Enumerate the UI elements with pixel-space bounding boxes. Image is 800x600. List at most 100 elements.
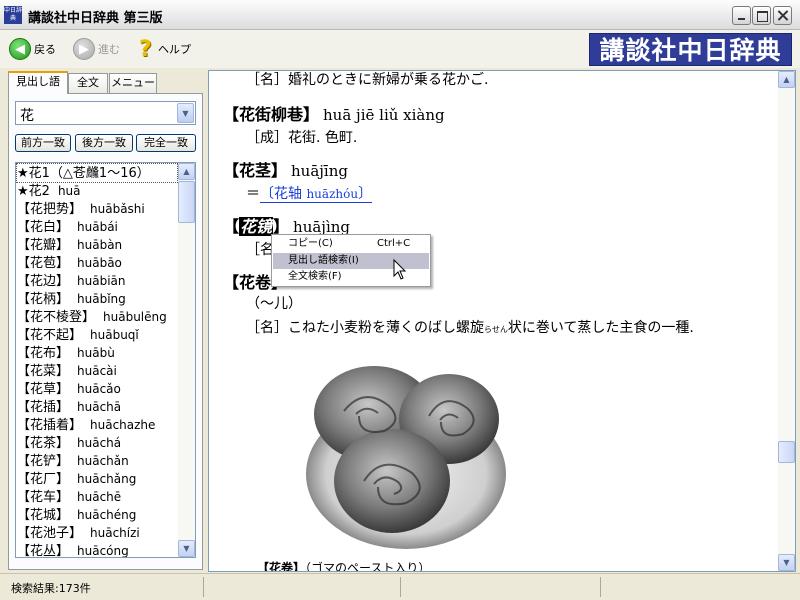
list-item-pinyin: huācǎo xyxy=(77,382,121,396)
list-item-pinyin: huābù xyxy=(77,346,115,360)
entry-headline: 【花茎】 huājīng xyxy=(223,157,348,181)
headword[interactable]: 【花卷 xyxy=(223,273,271,292)
list-item-pinyin: huābái xyxy=(77,220,118,234)
forward-button[interactable]: ▶ 進む xyxy=(73,37,120,61)
help-button[interactable]: ? ヘルプ xyxy=(139,36,191,62)
list-item-headword: 【花车】 xyxy=(17,490,70,505)
reference-link[interactable]: 〔花轴 huāzhóu〕 xyxy=(260,186,373,203)
list-item[interactable]: 【花菜】 huācài xyxy=(17,362,177,380)
vertical-scrollbar[interactable]: ▲ ▼ xyxy=(178,163,195,557)
title-bar: 中日辞典 講談社中日辞典 第三版 xyxy=(0,0,800,30)
search-panel: 見出し語 全文 メニュー 花 ▼ 前方一致 後方一致 完全一致 ★花1（△苍虪1… xyxy=(5,70,203,570)
list-item-headword: ★花1（△苍虪1～16） xyxy=(17,166,150,181)
entry-headline: 【花街柳巷】 huā jiē liǔ xiàng xyxy=(223,101,445,125)
list-item[interactable]: 【花白】 huābái xyxy=(17,218,177,236)
prefix-match-button[interactable]: 前方一致 xyxy=(15,134,71,152)
list-item[interactable]: 【花厂】 huāchǎng xyxy=(17,470,177,488)
list-item[interactable]: 【花铲】 huāchǎn xyxy=(17,452,177,470)
list-item[interactable]: 【花不起】 huābuqǐ xyxy=(17,326,177,344)
list-item-pinyin: huāchá xyxy=(77,436,122,450)
list-item-pinyin: huābāo xyxy=(77,256,122,270)
list-item-pinyin: huābuqǐ xyxy=(90,328,139,342)
forward-label: 進む xyxy=(98,43,120,56)
chevron-down-icon[interactable]: ▼ xyxy=(177,103,194,123)
pinyin: huājīng xyxy=(291,162,348,180)
list-item-headword: 【花白】 xyxy=(17,220,70,235)
list-item-headword: 【花丛】 xyxy=(17,544,70,558)
minimize-button[interactable] xyxy=(732,6,751,25)
list-item[interactable]: 【花插】 huāchā xyxy=(17,398,177,416)
list-item[interactable]: 【花把势】 huābǎshi xyxy=(17,200,177,218)
list-item-headword: 【花不棱登】 xyxy=(17,310,96,325)
list-item[interactable]: 【花苞】 huābāo xyxy=(17,254,177,272)
headword[interactable]: 【花茎】 xyxy=(223,161,287,180)
question-mark-icon: ? xyxy=(139,36,152,62)
help-label: ヘルプ xyxy=(158,43,191,56)
selected-headword[interactable]: 花镜 xyxy=(239,217,274,236)
copy-menu-item[interactable]: コピー(C) Ctrl+C xyxy=(273,236,429,252)
list-item[interactable]: ★花1（△苍虪1～16） xyxy=(16,163,178,183)
tab-menu[interactable]: メニュー xyxy=(109,73,157,93)
scroll-up-arrow-icon[interactable]: ▲ xyxy=(778,71,795,88)
tab-fulltext[interactable]: 全文 xyxy=(68,73,108,93)
close-button[interactable] xyxy=(773,6,792,25)
list-item-headword: 【花边】 xyxy=(17,274,70,289)
scroll-thumb[interactable] xyxy=(178,181,195,223)
back-button[interactable]: ◀ 戻る xyxy=(9,37,56,61)
back-arrow-icon: ◀ xyxy=(9,38,31,60)
list-item[interactable]: 【花插着】 huāchazhe xyxy=(17,416,177,434)
list-item-headword: 【花草】 xyxy=(17,382,70,397)
headword[interactable]: 【花街柳巷】 xyxy=(223,105,319,124)
scroll-up-arrow-icon[interactable]: ▲ xyxy=(178,163,195,180)
tab-headword[interactable]: 見出し語 xyxy=(8,71,68,94)
list-item[interactable]: 【花不棱登】 huābulēng xyxy=(17,308,177,326)
list-item[interactable]: 【花城】 huāchéng xyxy=(17,506,177,524)
list-item[interactable]: 【花草】 huācǎo xyxy=(17,380,177,398)
list-item-headword: 【花瓣】 xyxy=(17,238,70,253)
search-value: 花 xyxy=(20,108,34,124)
list-item-pinyin: huāchéng xyxy=(77,508,137,522)
context-menu: コピー(C) Ctrl+C 見出し語検索(I) 全文検索(F) xyxy=(271,234,431,287)
list-item-headword: 【花菜】 xyxy=(17,364,70,379)
list-item-headword: ★花2 xyxy=(17,184,50,199)
result-count: 検索結果:173件 xyxy=(11,582,91,595)
list-item-pinyin: huāchē xyxy=(77,490,122,504)
pinyin: huā jiē liǔ xiàng xyxy=(323,106,445,124)
scroll-down-arrow-icon[interactable]: ▼ xyxy=(778,554,795,571)
list-item[interactable]: 【花车】 huāchē xyxy=(17,488,177,506)
list-item-pinyin: huā xyxy=(57,184,81,198)
suffix-match-button[interactable]: 後方一致 xyxy=(75,134,133,152)
list-item-headword: 【花茶】 xyxy=(17,436,70,451)
list-item-headword: 【花城】 xyxy=(17,508,70,523)
search-input[interactable]: 花 ▼ xyxy=(15,101,196,125)
list-item-pinyin: huācóng xyxy=(77,544,129,558)
vertical-scrollbar[interactable]: ▲ ▼ xyxy=(778,71,795,571)
list-item-headword: 【花池子】 xyxy=(17,526,83,541)
list-item[interactable]: 【花瓣】 huābàn xyxy=(17,236,177,254)
definition-text: ［成］花街. 色町. xyxy=(246,130,358,146)
scroll-thumb[interactable] xyxy=(778,441,795,463)
list-item-headword: 【花布】 xyxy=(17,346,70,361)
list-item[interactable]: ★花2 huā xyxy=(17,182,177,200)
equals-sign: ＝ xyxy=(246,186,260,202)
exact-match-button[interactable]: 完全一致 xyxy=(136,134,196,152)
list-item-headword: 【花铲】 xyxy=(17,454,70,469)
list-item[interactable]: 【花边】 huābiān xyxy=(17,272,177,290)
list-item-pinyin: huāchǎng xyxy=(77,472,137,486)
list-item-headword: 【花厂】 xyxy=(17,472,70,487)
tab-panel: 花 ▼ 前方一致 後方一致 完全一致 ★花1（△苍虪1～16） ★花2 huā 【花把… xyxy=(8,93,203,570)
definition-text: ［名］こねた小麦粉を薄くのばし螺旋らせん状に巻いて蒸した主食の一種. xyxy=(246,320,694,336)
list-item-headword: 【花把势】 xyxy=(17,202,83,217)
scroll-down-arrow-icon[interactable]: ▼ xyxy=(178,540,195,557)
list-item[interactable]: 【花布】 huābù xyxy=(17,344,177,362)
list-item[interactable]: 【花丛】 huācóng xyxy=(17,542,177,558)
result-list[interactable]: ★花1（△苍虪1～16） ★花2 huā 【花把势】 huābǎshi 【花白】 huābá… xyxy=(15,162,196,558)
forward-arrow-icon: ▶ xyxy=(73,38,95,60)
entry-view[interactable]: ［名］婚礼のときに新婦が乗る花かご. 【花街柳巷】 huā jiē liǔ xià… xyxy=(208,70,796,572)
status-bar: 検索結果:173件 xyxy=(0,573,800,600)
list-item[interactable]: 【花茶】 huāchá xyxy=(17,434,177,452)
list-item[interactable]: 【花池子】 huāchízi xyxy=(17,524,177,542)
maximize-button[interactable] xyxy=(752,6,771,25)
list-item[interactable]: 【花柄】 huābǐng xyxy=(17,290,177,308)
app-icon: 中日辞典 xyxy=(4,6,23,24)
